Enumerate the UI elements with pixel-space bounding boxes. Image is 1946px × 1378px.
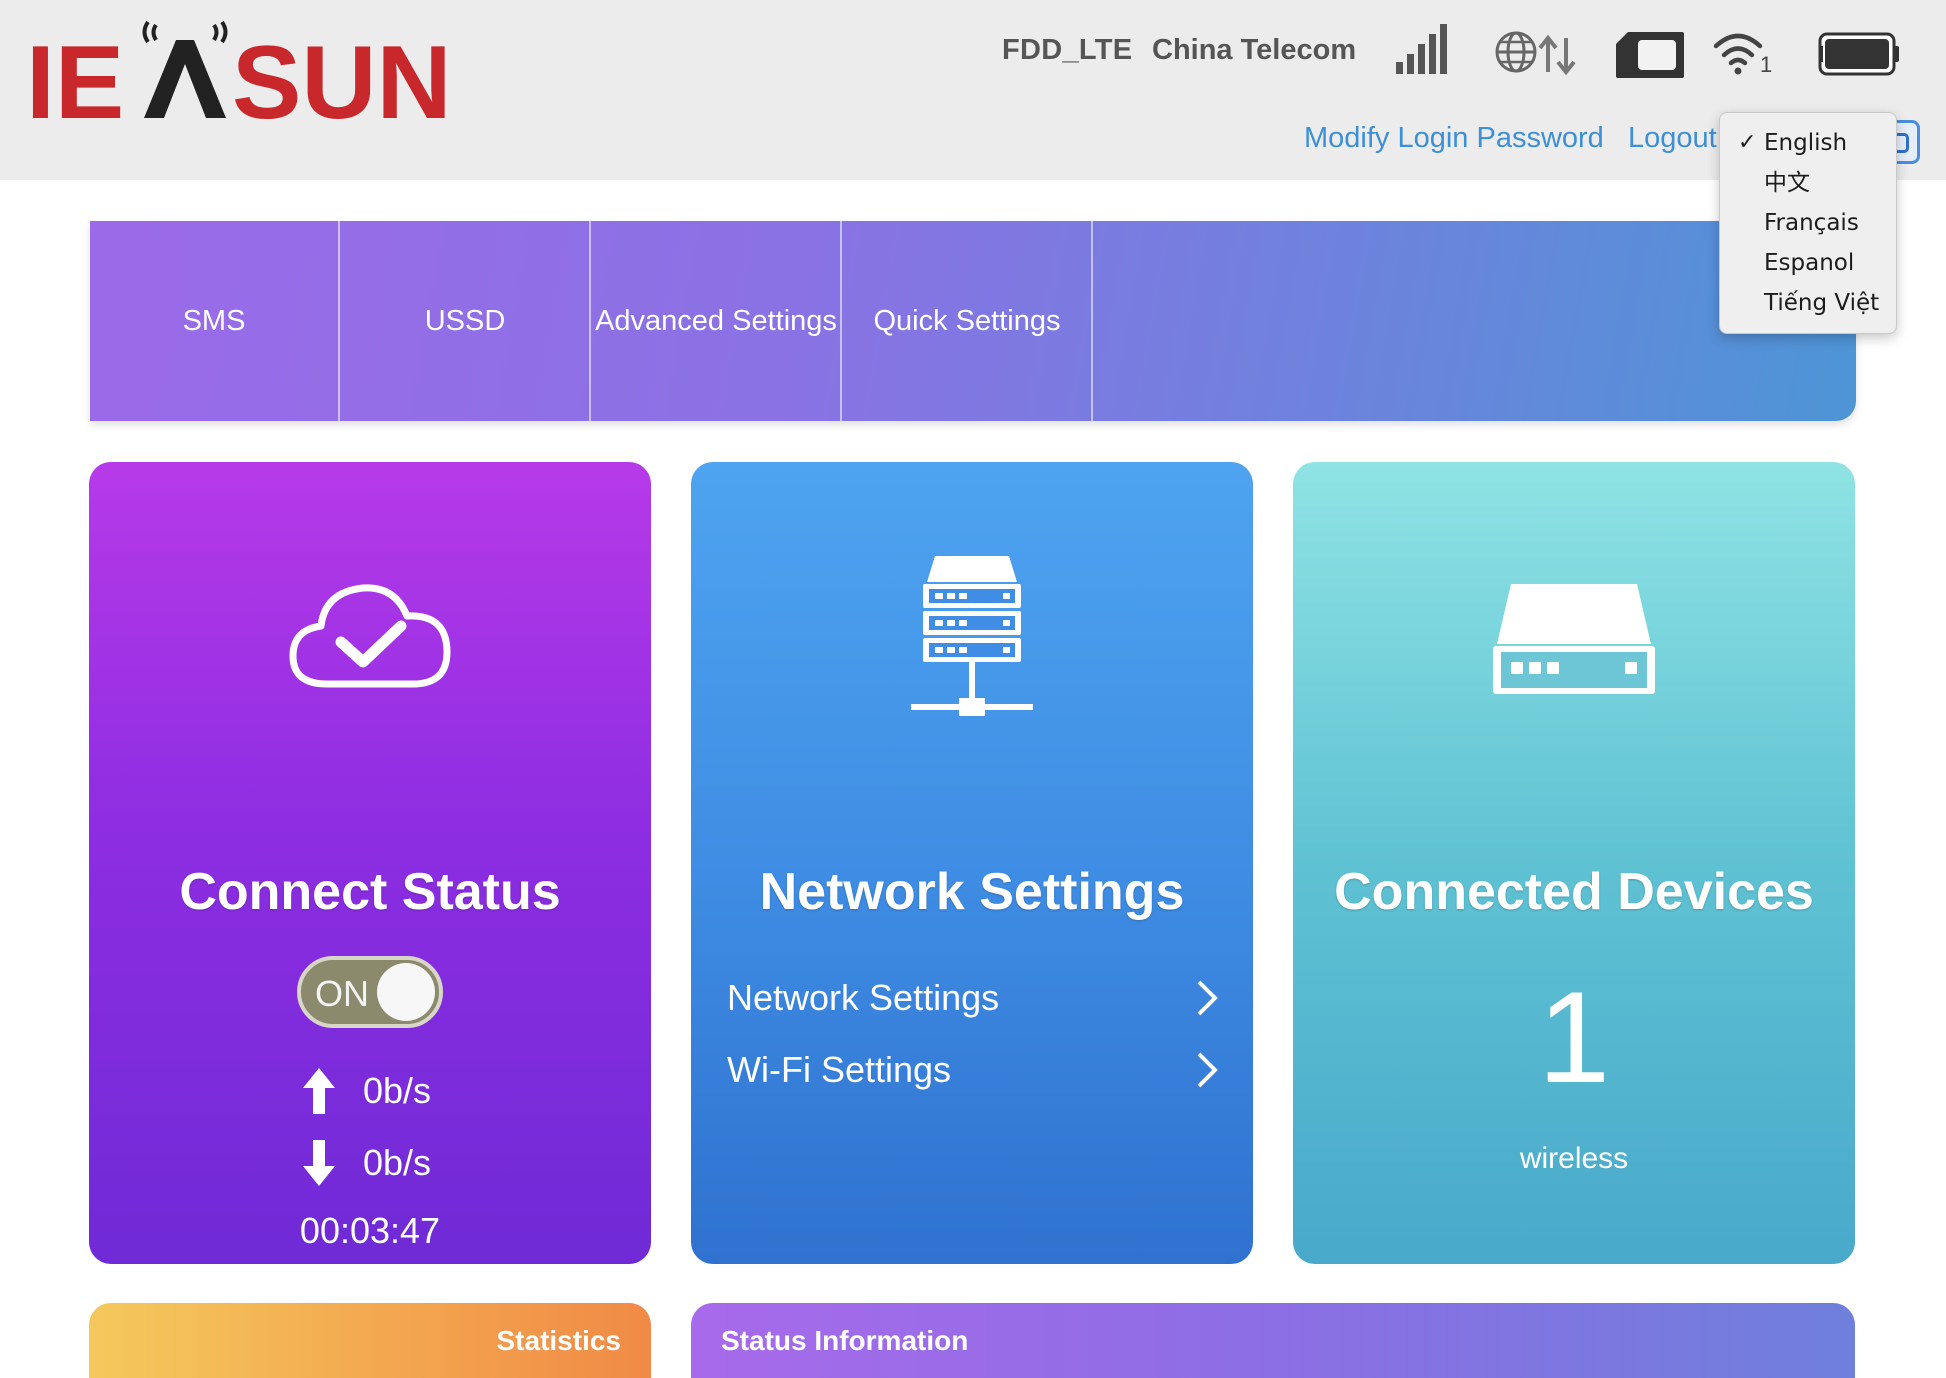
status-information-panel: Status Information xyxy=(691,1303,1855,1378)
upload-rate-row: 0b/s xyxy=(299,1066,431,1116)
wifi-settings-link-label: Wi-Fi Settings xyxy=(727,1049,952,1090)
nav-tab-advanced-settings[interactable]: Advanced Settings xyxy=(592,221,842,421)
network-settings-link-label: Network Settings xyxy=(727,977,1000,1018)
download-rate-row: 0b/s xyxy=(299,1138,431,1188)
connection-uptime: 00:03:47 xyxy=(299,1210,441,1251)
connect-status-card: Connect Status ON 0b/s 0b/s 00:03:47 xyxy=(89,462,651,1264)
ieasun-logo: IE SUN xyxy=(26,20,452,128)
network-settings-link[interactable]: Network Settings xyxy=(727,968,1219,1028)
connect-status-title: Connect Status xyxy=(179,863,561,921)
router-device-icon xyxy=(1493,584,1655,694)
server-icon xyxy=(911,556,1033,716)
network-settings-title: Network Settings xyxy=(759,863,1185,921)
chevron-right-icon xyxy=(1197,980,1218,1016)
signal-strength-icon xyxy=(1396,24,1447,74)
wifi-settings-link[interactable]: Wi-Fi Settings xyxy=(727,1040,1219,1100)
internet-data-icon xyxy=(1495,31,1576,76)
language-option-vietnamese[interactable]: Tiếng Việt xyxy=(1720,283,1896,323)
language-option-chinese[interactable]: 中文 xyxy=(1720,163,1896,203)
nav-tab-sms[interactable]: SMS xyxy=(90,221,340,421)
language-option-french[interactable]: Français xyxy=(1720,203,1896,243)
toggle-knob xyxy=(377,963,435,1021)
logout-link[interactable]: Logout xyxy=(1628,122,1717,155)
upload-rate-value: 0b/s xyxy=(363,1070,432,1111)
network-type-label: FDD_LTE xyxy=(1002,34,1133,66)
connected-devices-title: Connected Devices xyxy=(1334,863,1814,921)
checkmark-icon: ✓ xyxy=(1738,130,1757,155)
statistics-panel: Statistics xyxy=(89,1303,651,1378)
nav-tab-quick-settings[interactable]: Quick Settings xyxy=(843,221,1093,421)
router-admin-page: IE SUN FDD_LTE China Telecom 1 Modify Lo… xyxy=(0,0,1946,1378)
sim-card-icon xyxy=(1616,32,1684,78)
language-option-spanish[interactable]: Espanol xyxy=(1720,243,1896,283)
connection-toggle[interactable]: ON xyxy=(297,956,443,1028)
language-option-english[interactable]: ✓ English xyxy=(1720,123,1896,163)
download-rate-value: 0b/s xyxy=(363,1142,432,1183)
upload-arrow-icon xyxy=(303,1068,335,1114)
header-bar: IE SUN FDD_LTE China Telecom 1 Modify Lo… xyxy=(0,0,1946,180)
cloud-check-icon xyxy=(289,584,451,688)
connected-device-count[interactable]: 1 xyxy=(1293,972,1855,1102)
modify-password-link[interactable]: Modify Login Password xyxy=(1304,122,1604,155)
svg-text:IE: IE xyxy=(26,25,124,128)
connected-devices-card: Connected Devices 1 wireless xyxy=(1293,462,1855,1264)
status-information-title: Status Information xyxy=(721,1325,969,1356)
download-arrow-icon xyxy=(303,1140,335,1186)
language-dropdown-menu: ✓ English 中文 Français Espanol Tiếng Việt xyxy=(1719,112,1897,334)
network-settings-card: Network Settings Network Settings Wi-Fi … xyxy=(691,462,1253,1264)
wifi-client-count: 1 xyxy=(1760,52,1773,77)
nav-tab-ussd[interactable]: USSD xyxy=(341,221,591,421)
main-nav-bar: SMS USSD Advanced Settings Quick Setting… xyxy=(90,221,1856,421)
toggle-label: ON xyxy=(315,973,369,1014)
chevron-right-icon xyxy=(1197,1052,1218,1088)
carrier-label: China Telecom xyxy=(1152,34,1357,66)
statistics-title: Statistics xyxy=(496,1325,622,1356)
svg-text:SUN: SUN xyxy=(232,25,452,128)
battery-icon xyxy=(1818,32,1899,76)
connection-type-label: wireless xyxy=(1519,1142,1629,1175)
